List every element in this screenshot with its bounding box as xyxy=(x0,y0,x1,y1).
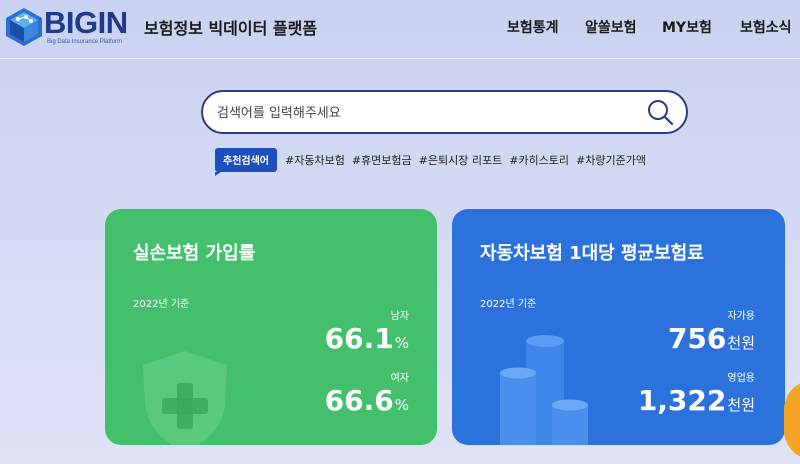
recommended-tags-label: 추천검색어 xyxy=(215,148,277,176)
logo-icon[interactable] xyxy=(4,6,44,46)
tag-car-history[interactable]: #카히스토리 xyxy=(509,152,569,168)
stat-label-private: 자가용 xyxy=(727,311,755,322)
logo-text[interactable]: BIGIN xyxy=(44,6,128,40)
search-input[interactable] xyxy=(217,102,637,124)
card-car-insurance[interactable]: 자동차보험 1대당 평균보험료 2022년 기준 자가용 756천원 영업용 1… xyxy=(452,209,785,445)
nav-item-my-insurance[interactable]: MY보험 xyxy=(662,17,712,37)
stat-unit: 천원 xyxy=(727,396,755,414)
nav-item-insurance-news[interactable]: 보험소식 xyxy=(740,17,792,37)
shield-icon xyxy=(143,351,227,445)
stat-value-female: 66.6% xyxy=(325,384,409,417)
tag-vehicle-value[interactable]: #차량기준가액 xyxy=(576,152,646,168)
stat-label-male: 남자 xyxy=(390,311,409,322)
tag-dormant-insurance[interactable]: #휴면보험금 xyxy=(352,152,412,168)
card-date: 2022년 기준 xyxy=(480,299,537,310)
stat-unit: % xyxy=(394,396,409,414)
stat-unit: % xyxy=(394,334,409,352)
nav-item-useful-insurance[interactable]: 알쏠보험 xyxy=(585,17,637,37)
card-title: 실손보험 가입률 xyxy=(133,243,256,264)
header: BIGIN Big Data Insurance Platform 보험정보 빅… xyxy=(0,0,800,56)
search-icon[interactable] xyxy=(646,98,674,126)
tag-retirement-report[interactable]: #은퇴시장 리포트 xyxy=(419,152,503,168)
nav-item-insurance-stats[interactable]: 보험통계 xyxy=(507,17,559,37)
header-divider xyxy=(0,58,800,59)
card-title: 자동차보험 1대당 평균보험료 xyxy=(480,243,704,264)
card-date: 2022년 기준 xyxy=(133,299,190,310)
stat-unit: 천원 xyxy=(727,334,755,352)
search-bar xyxy=(201,90,688,134)
stat-value-commercial: 1,322천원 xyxy=(638,384,755,417)
stat-number: 1,322 xyxy=(637,384,727,417)
logo-subtitle: Big Data Insurance Platform xyxy=(47,39,123,45)
stat-value-male: 66.1% xyxy=(325,322,409,355)
stat-label-commercial: 영업용 xyxy=(727,373,755,384)
recommended-tags: 추천검색어 #자동차보험 #휴면보험금 #은퇴시장 리포트 #카히스토리 #차량… xyxy=(215,148,653,176)
stat-label-female: 여자 xyxy=(390,373,409,384)
site-tagline: 보험정보 빅데이터 플랫폼 xyxy=(144,19,318,38)
stat-number: 66.1 xyxy=(324,322,394,355)
tag-car-insurance[interactable]: #자동차보험 xyxy=(285,152,345,168)
stat-number: 756 xyxy=(667,322,727,355)
stat-number: 66.6 xyxy=(324,384,394,417)
stat-value-private: 756천원 xyxy=(668,322,755,355)
decorative-shape xyxy=(784,380,800,460)
bar-chart-icon xyxy=(500,335,588,445)
card-medical-insurance[interactable]: 실손보험 가입률 2022년 기준 남자 66.1% 여자 66.6% xyxy=(105,209,437,445)
